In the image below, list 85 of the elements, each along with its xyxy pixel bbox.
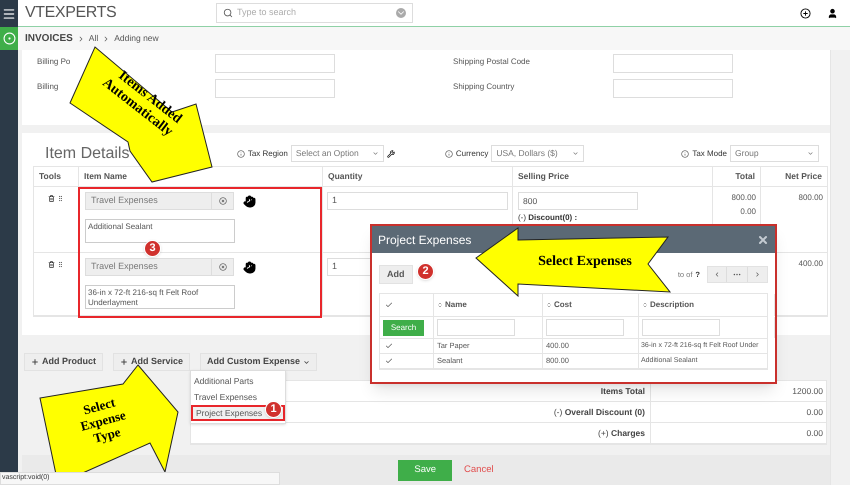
field-label: Currency: [456, 148, 488, 160]
breadcrumb-link[interactable]: Adding new: [114, 32, 159, 45]
column-header: Item Name: [84, 170, 127, 183]
field-label: Tax Mode: [692, 148, 727, 160]
search-field[interactable]: Type to search: [216, 3, 413, 23]
caret-icon: [372, 150, 379, 157]
breadcrumb-link[interactable]: All: [88, 32, 98, 45]
totals-value: 0.00: [806, 406, 823, 418]
modal-title: Project Expenses: [378, 232, 472, 248]
add-icon[interactable]: [800, 8, 811, 18]
totals-label: (-) Overall Discount (0): [554, 406, 645, 418]
breadcrumb-link[interactable]: INVOICES: [25, 31, 73, 46]
totals-label: (+) Charges: [598, 426, 645, 440]
field-label: Billing: [37, 81, 58, 93]
info-icon: [236, 150, 245, 158]
row-checkbox[interactable]: [385, 342, 393, 350]
text-field[interactable]: [215, 54, 335, 73]
field-label: Billing Po: [37, 56, 70, 68]
add-button[interactable]: Add: [379, 265, 412, 284]
field-label: Shipping Country: [453, 81, 514, 93]
text-field[interactable]: [613, 79, 733, 98]
callout-text: Select Expenses: [537, 253, 633, 271]
info-icon: [681, 150, 690, 158]
row-checkbox[interactable]: [385, 357, 393, 365]
column-header: Cost: [554, 299, 572, 311]
column-header: Tools: [39, 170, 62, 183]
description-field[interactable]: Additional Sealant: [85, 219, 235, 243]
total-value: 800.00: [732, 192, 756, 204]
drag-handle-icon[interactable]: [57, 261, 64, 268]
filter-field[interactable]: [642, 319, 720, 336]
net-price-value: 800.00: [798, 193, 823, 202]
dropdown-button[interactable]: Add Custom Expense: [200, 353, 318, 371]
hand-icon[interactable]: [243, 194, 256, 208]
totals-value: 1200.00: [792, 384, 823, 398]
add-button[interactable]: Add Service: [113, 353, 190, 371]
total-value: 0.00: [740, 206, 756, 218]
column-header: Description: [650, 299, 694, 311]
search-input[interactable]: Type to search: [237, 6, 392, 20]
filter-field[interactable]: [546, 319, 624, 336]
select-all-checkbox[interactable]: [385, 301, 393, 309]
close-icon[interactable]: [757, 234, 769, 246]
add-button[interactable]: Add Product: [24, 353, 103, 371]
delete-icon[interactable]: [48, 261, 55, 268]
menu-item[interactable]: Additional Parts: [191, 373, 285, 389]
plus-icon: [120, 358, 128, 366]
totals-value: 0.00: [806, 426, 823, 440]
item-name-field[interactable]: Travel Expenses: [85, 258, 234, 276]
column-header: Selling Price: [518, 170, 570, 183]
clear-icon: [218, 263, 226, 271]
filter-field[interactable]: [437, 319, 515, 336]
user-icon[interactable]: [827, 8, 838, 18]
module-icon[interactable]: [2, 32, 16, 45]
delete-icon[interactable]: [48, 195, 55, 202]
plus-icon: [31, 358, 39, 366]
text-field[interactable]: [215, 79, 335, 98]
caret-icon: [807, 150, 814, 157]
caret-icon: [572, 150, 580, 157]
section-title: Item Details: [44, 144, 130, 164]
column-header: Quantity: [328, 170, 362, 183]
wrench-icon[interactable]: [386, 150, 395, 158]
price-field[interactable]: 800: [518, 192, 638, 210]
clear-icon: [218, 197, 226, 205]
callout-text: Select Expense Type: [78, 394, 128, 448]
caret-icon: [303, 358, 310, 366]
quantity-field[interactable]: 1: [327, 192, 508, 210]
column-header: Name: [445, 299, 467, 311]
select-field[interactable]: Group: [730, 145, 819, 162]
field-label: Shipping Postal Code: [453, 56, 530, 68]
select-field[interactable]: Select an Option: [290, 145, 384, 162]
hand-icon[interactable]: [243, 260, 256, 274]
field-label: Tax Region: [248, 148, 288, 160]
column-header: Net Price: [785, 170, 822, 183]
select-field[interactable]: USA, Dollars ($): [491, 145, 584, 162]
menu-icon[interactable]: [2, 6, 16, 20]
drag-handle-icon[interactable]: [57, 195, 64, 202]
logo: VTEXPERTS: [25, 3, 118, 23]
net-price-value: 400.00: [798, 259, 823, 268]
search-icon: [223, 8, 233, 18]
item-name-field[interactable]: Travel Expenses: [85, 192, 234, 210]
totals-label: Items Total: [600, 384, 645, 398]
text-field[interactable]: [613, 54, 733, 73]
info-icon: [444, 150, 453, 158]
discount-label: (-) Discount(0) :: [518, 212, 578, 224]
description-field[interactable]: 36-in x 72-ft 216-sq ft Felt Roof Underlayment: [85, 285, 235, 309]
column-header: Total: [735, 170, 755, 183]
